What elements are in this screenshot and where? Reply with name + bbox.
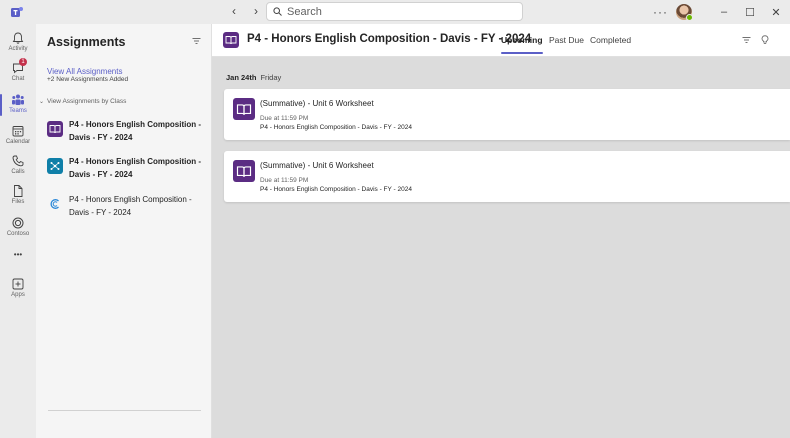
rail-label-chat: Chat: [11, 76, 25, 82]
more-options-button[interactable]: ···: [653, 5, 668, 19]
filter-icon[interactable]: [742, 36, 751, 44]
rail-item-teams[interactable]: Teams: [0, 93, 36, 116]
rail-item-files[interactable]: Files: [0, 184, 36, 205]
main-content: P4 - Honors English Composition - Davis …: [212, 24, 790, 438]
book-icon: [233, 98, 255, 120]
rail-label-calls: Calls: [11, 169, 25, 175]
class-title: P4 - Honors English Composition - Davis …: [247, 33, 532, 45]
search-icon: [273, 7, 282, 16]
class-name: P4 - Honors English Composition - Davis …: [69, 120, 201, 142]
calendar-icon: [12, 126, 24, 137]
filter-icon[interactable]: [192, 37, 201, 45]
rail-label-activity: Activity: [8, 46, 28, 52]
add-apps-icon: [12, 278, 24, 290]
assignment-title: (Summative) - Unit 6 Worksheet: [260, 161, 374, 170]
chat-badge: 1: [19, 58, 27, 66]
tab-completed[interactable]: Completed: [590, 35, 631, 45]
assignment-title: (Summative) - Unit 6 Worksheet: [260, 99, 374, 108]
assignment-due: Due at 11:59 PM: [260, 115, 309, 122]
rail-item-contoso[interactable]: Contoso: [0, 216, 36, 237]
class-book-icon: [223, 32, 239, 48]
date-group-day: Friday: [260, 73, 282, 82]
assignments-panel: Assignments View All Assignments +2 New …: [36, 24, 212, 438]
view-by-class-label: View Assignments by Class: [47, 98, 127, 105]
contoso-icon: [12, 217, 24, 229]
search-box[interactable]: Search: [266, 2, 523, 21]
rail-label-contoso: Contoso: [6, 231, 30, 237]
rail-item-apps[interactable]: Apps: [0, 277, 36, 298]
rail-more-apps-button[interactable]: •••: [0, 250, 36, 259]
lightbulb-icon[interactable]: [761, 35, 769, 45]
assignment-card[interactable]: (Summative) - Unit 6 Worksheet Due at 11…: [224, 151, 790, 202]
class-name: P4 - Honors English Composition - Davis …: [69, 157, 201, 179]
chevron-down-icon: ⌄: [39, 99, 45, 105]
rail-label-files: Files: [11, 199, 25, 205]
close-window-button[interactable]: ✕: [764, 6, 788, 19]
molecule-icon: [47, 158, 63, 174]
main-header: P4 - Honors English Composition - Davis …: [212, 24, 790, 57]
rail-item-calls[interactable]: Calls: [0, 154, 36, 175]
book-icon: [233, 160, 255, 182]
rail-label-apps: Apps: [11, 292, 25, 298]
new-assignments-note: +2 New Assignments Added: [47, 76, 129, 83]
rail-item-activity[interactable]: Activity: [0, 31, 36, 52]
view-by-class-toggle[interactable]: ⌄ View Assignments by Class: [39, 98, 126, 105]
teams-logo-icon: [11, 7, 23, 17]
phone-icon: [12, 155, 24, 167]
panel-divider: [48, 410, 201, 411]
class-item[interactable]: P4 - Honors English Composition - Davis …: [47, 118, 207, 144]
file-icon: [14, 185, 23, 197]
rail-item-chat[interactable]: 1 Chat: [0, 58, 36, 82]
minimize-button[interactable]: –: [712, 6, 736, 18]
tab-upcoming[interactable]: Upcoming: [501, 35, 543, 54]
rail-label-calendar: Calendar: [5, 139, 31, 145]
assignment-class: P4 - Honors English Composition - Davis …: [260, 124, 412, 131]
forward-button[interactable]: ›: [250, 4, 262, 18]
assignment-class: P4 - Honors English Composition - Davis …: [260, 186, 412, 193]
letter-c-icon: [47, 196, 63, 212]
back-button[interactable]: ‹: [228, 4, 240, 18]
class-item[interactable]: P4 - Honors English Composition - Davis …: [47, 193, 207, 219]
app-rail: Activity 1 Chat Teams Calendar Calls Fil…: [0, 24, 36, 438]
tab-past-due[interactable]: Past Due: [549, 35, 584, 45]
maximize-button[interactable]: ☐: [738, 6, 762, 19]
class-item[interactable]: P4 - Honors English Composition - Davis …: [47, 155, 207, 181]
rail-label-teams: Teams: [9, 108, 27, 114]
class-name: P4 - Honors English Composition - Davis …: [69, 195, 192, 217]
view-all-assignments-link[interactable]: View All Assignments: [47, 67, 122, 76]
search-placeholder: Search: [287, 5, 322, 18]
panel-title: Assignments: [47, 35, 126, 49]
book-icon: [47, 121, 63, 137]
bell-icon: [12, 32, 24, 44]
user-avatar[interactable]: [676, 4, 693, 21]
assignment-due: Due at 11:59 PM: [260, 177, 309, 184]
teams-icon: [12, 94, 24, 105]
assignment-card[interactable]: (Summative) - Unit 6 Worksheet Due at 11…: [224, 89, 790, 140]
date-group-date: Jan 24th: [226, 73, 257, 82]
title-bar: ‹ › Search ··· – ☐ ✕: [0, 0, 790, 24]
date-group-header: Jan 24th Friday: [226, 73, 281, 82]
rail-item-calendar[interactable]: Calendar: [0, 124, 36, 145]
